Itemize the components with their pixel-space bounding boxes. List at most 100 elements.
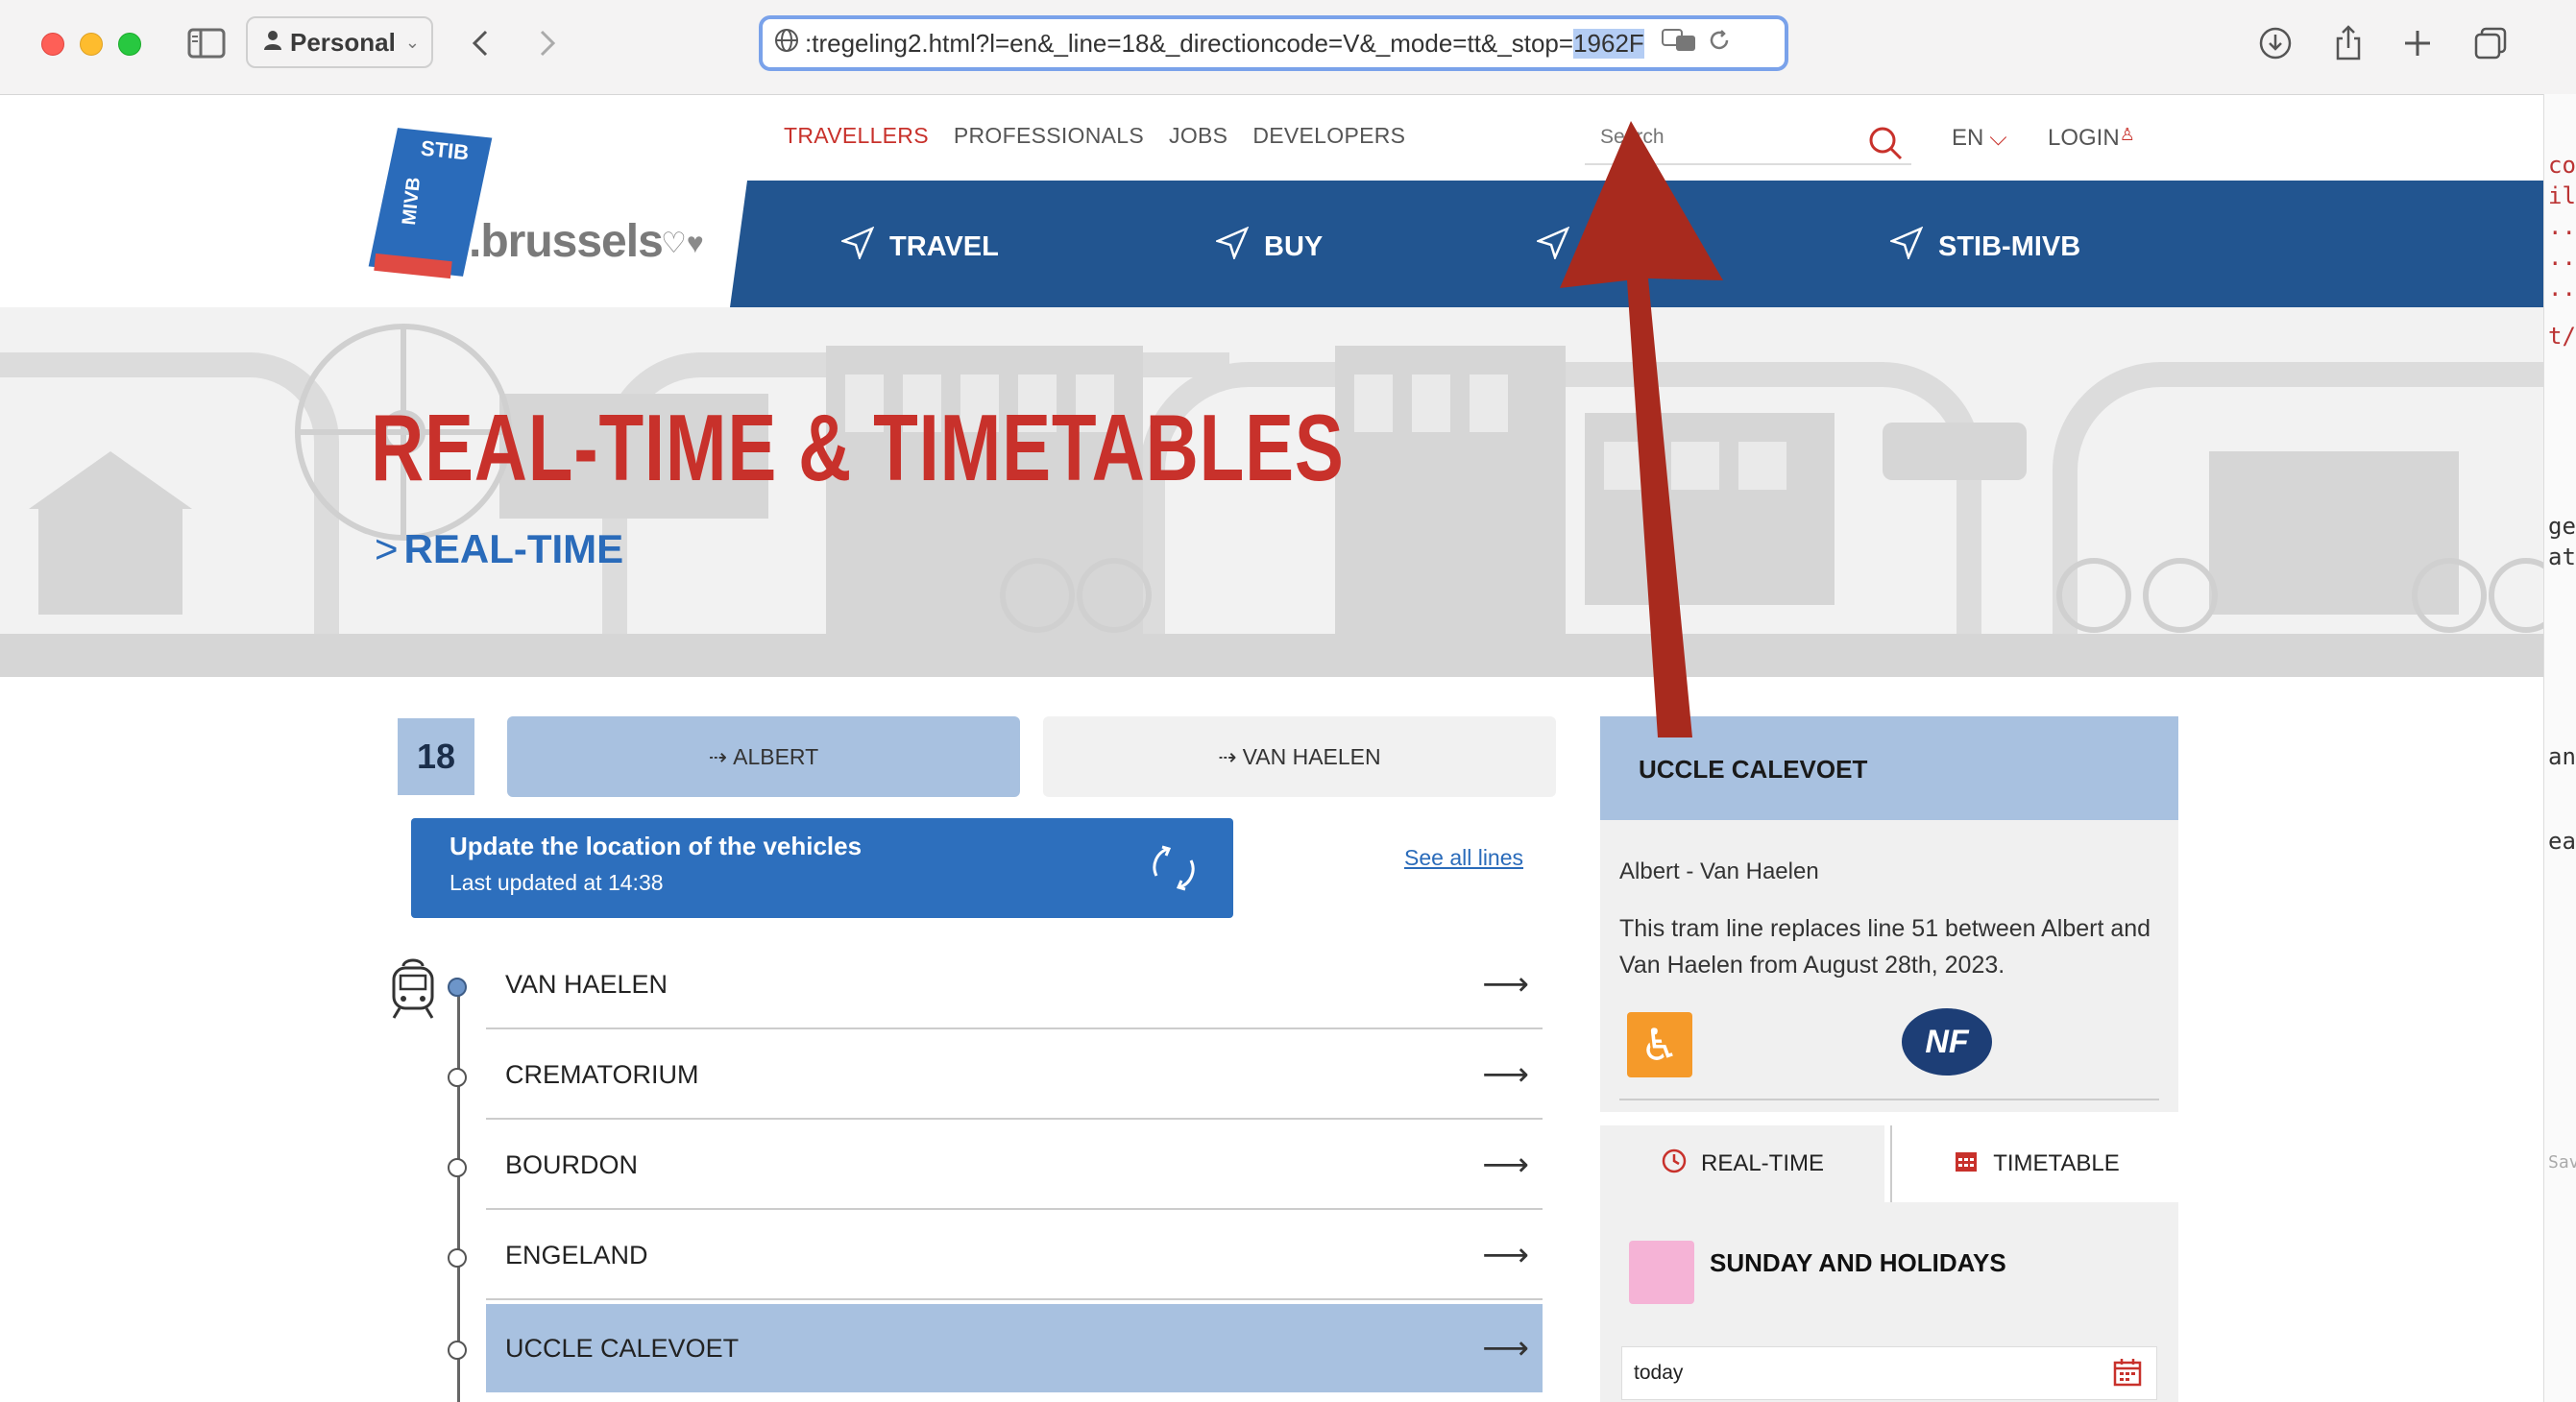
see-all-lines-link[interactable]: See all lines [1404, 845, 1523, 871]
stop-row-bourdon[interactable]: BOURDON ⟶ [486, 1122, 1543, 1210]
day-type-label: SUNDAY AND HOLIDAYS [1710, 1248, 2006, 1277]
date-value: today [1634, 1362, 1684, 1384]
top-navigation: TRAVELLERS PROFESSIONALS JOBS DEVELOPERS [784, 123, 1430, 149]
arrow-right-icon: ⇢ [1218, 743, 1237, 769]
edge-text: at. [2548, 544, 2576, 570]
edge-text: ang [2548, 743, 2576, 770]
stop-info-title: UCCLE CALEVOET [1639, 755, 1868, 784]
tab-label: REAL-TIME [1700, 1150, 1824, 1176]
edge-text: Save [2548, 1152, 2576, 1172]
day-type-color-swatch [1629, 1241, 1694, 1304]
mainnav-buy[interactable]: BUY [1214, 226, 1324, 267]
breadcrumb-label: REAL-TIME [403, 526, 624, 571]
minimize-window-button[interactable] [80, 33, 103, 56]
search-input[interactable] [1598, 115, 1861, 159]
edge-text: co [2548, 152, 2576, 179]
calendar-icon[interactable] [2112, 1357, 2143, 1395]
downloads-icon[interactable] [2253, 21, 2297, 65]
mainnav-hidden-item[interactable] [1535, 226, 1585, 267]
arrow-right-icon: ⟶ [1482, 1330, 1529, 1366]
stop-info-body: Albert - Van Haelen This tram line repla… [1600, 820, 2178, 1112]
edge-text: ... [2548, 275, 2576, 302]
stop-name: UCCLE CALEVOET [505, 1333, 740, 1363]
sidebar-toggle-icon[interactable] [184, 21, 229, 65]
nav-travellers[interactable]: TRAVELLERS [784, 123, 929, 149]
login-link[interactable]: LOGIN♙ [2048, 125, 2135, 152]
divider [1619, 1099, 2159, 1100]
tab-overview-icon[interactable] [2468, 21, 2513, 65]
wheelchair-icon: ♿ [1627, 1012, 1692, 1077]
tab-timetable[interactable]: TIMETABLE [1890, 1125, 2180, 1202]
chevron-down-icon: ⌵ [1989, 125, 2007, 151]
navigation-arrow-icon [1535, 226, 1570, 267]
language-selector[interactable]: EN ⌵ [1952, 125, 2007, 152]
mainnav-label: TRAVEL [889, 230, 999, 262]
stib-logo[interactable]: STIB MIVB .brussels ♡♥ [368, 128, 718, 279]
url-text: :tregeling2.html?l=en&_line=18&_directio… [805, 28, 1574, 58]
stop-marker [448, 1068, 467, 1087]
route-name: Albert - Van Haelen [1619, 858, 1819, 884]
person-icon [263, 28, 282, 58]
stop-name: ENGELAND [505, 1240, 648, 1269]
zoom-window-button[interactable] [118, 33, 141, 56]
translate-icon[interactable] [1661, 28, 1698, 60]
navigation-arrow-icon [1888, 226, 1924, 267]
breadcrumb-realtime[interactable]: > REAL-TIME [375, 526, 623, 572]
timetable-section: SUNDAY AND HOLIDAYS today [1600, 1202, 2178, 1402]
profile-button[interactable]: Personal ⌄ [246, 16, 433, 68]
mainnav-travel[interactable]: TRAVEL [839, 226, 999, 267]
close-window-button[interactable] [41, 33, 64, 56]
address-bar[interactable]: :tregeling2.html?l=en&_line=18&_directio… [759, 15, 1788, 71]
refresh-icon [1143, 837, 1204, 904]
stop-marker [448, 1248, 467, 1268]
edge-text: ea [2548, 828, 2576, 855]
hearts-icon: ♡♥ [661, 228, 704, 259]
user-icon: ♙ [2119, 125, 2135, 144]
direction-van-haelen-button[interactable]: ⇢ VAN HAELEN [1043, 716, 1556, 797]
chevron-right-icon: > [375, 526, 399, 571]
stop-row-van-haelen[interactable]: VAN HAELEN ⟶ [486, 941, 1543, 1029]
nav-developers[interactable]: DEVELOPERS [1252, 123, 1405, 149]
login-label: LOGIN [2048, 125, 2120, 151]
line-notice: This tram line replaces line 51 between … [1619, 915, 2151, 979]
arrow-right-icon: ⟶ [1482, 1056, 1529, 1093]
direction-label: VAN HAELEN [1242, 743, 1381, 769]
direction-label: ALBERT [733, 743, 819, 769]
back-icon[interactable] [458, 21, 502, 65]
stop-name: CREMATORIUM [505, 1059, 699, 1089]
mainnav-stib-mivb[interactable]: STIB-MIVB [1888, 226, 2080, 267]
date-input[interactable]: today [1621, 1346, 2157, 1400]
nav-jobs[interactable]: JOBS [1169, 123, 1227, 149]
main-navigation: TRAVEL BUY STIB-MIVB [730, 181, 2543, 307]
update-vehicles-button[interactable]: Update the location of the vehicles Last… [411, 818, 1233, 918]
tab-label: TIMETABLE [1993, 1150, 2120, 1176]
stop-marker [448, 1341, 467, 1360]
edge-text: ge [2548, 513, 2576, 540]
direction-albert-button[interactable]: ⇢ ALBERT [507, 716, 1020, 797]
navigation-arrow-icon [1214, 226, 1250, 267]
forward-icon[interactable] [525, 21, 570, 65]
stop-info-header: UCCLE CALEVOET [1600, 716, 2178, 820]
search-box [1585, 115, 1911, 165]
stop-row-uccle-calevoet[interactable]: UCCLE CALEVOET ⟶ [486, 1304, 1543, 1392]
stop-row-crematorium[interactable]: CREMATORIUM ⟶ [486, 1031, 1543, 1120]
tab-realtime[interactable]: REAL-TIME [1600, 1125, 1884, 1202]
stop-name: BOURDON [505, 1149, 639, 1179]
search-icon[interactable] [1867, 125, 1904, 166]
language-label: EN [1952, 125, 1984, 151]
reload-icon[interactable] [1708, 29, 1731, 59]
url-selected-text: 1962F [1573, 28, 1644, 59]
nav-professionals[interactable]: PROFESSIONALS [954, 123, 1144, 149]
arrow-right-icon: ⟶ [1482, 1237, 1529, 1273]
chevron-down-icon: ⌄ [404, 32, 420, 52]
logo-brussels-text: .brussels [469, 216, 664, 267]
mainnav-label: BUY [1264, 230, 1324, 262]
new-tab-icon[interactable] [2395, 21, 2440, 65]
arrow-right-icon: ⟶ [1482, 966, 1529, 1003]
schedule-tabs: REAL-TIME TIMETABLE [1600, 1125, 2180, 1202]
share-icon[interactable] [2326, 21, 2370, 65]
line-number-badge: 18 [398, 718, 474, 795]
edge-text: il [2548, 182, 2576, 209]
stop-row-engeland[interactable]: ENGELAND ⟶ [486, 1212, 1543, 1300]
edge-text: ... [2548, 213, 2576, 240]
